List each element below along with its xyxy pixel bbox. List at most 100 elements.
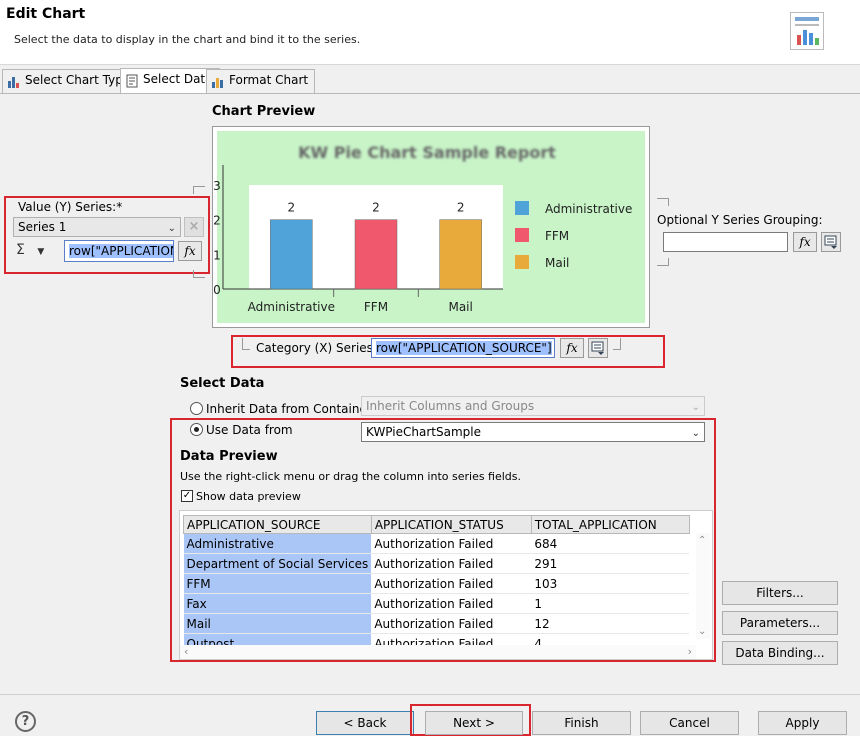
help-button[interactable]: ?	[15, 711, 36, 732]
table-cell[interactable]: Mail	[183, 613, 372, 634]
table-cell[interactable]: Department of Social Services	[183, 553, 372, 574]
bar-data-label: 2	[288, 201, 296, 215]
vertical-scrollbar[interactable]: ⌃ ⌄	[696, 533, 710, 639]
use-data-radio[interactable]	[190, 423, 203, 436]
value-series-selected: Series 1	[18, 220, 67, 234]
bar-mail	[439, 219, 482, 290]
legend-swatch	[515, 228, 529, 242]
table-cell[interactable]: Fax	[183, 593, 372, 614]
back-button[interactable]: < Back	[316, 711, 414, 735]
chevron-down-icon[interactable]: ⌄	[698, 626, 706, 637]
optional-grouping-label: Optional Y Series Grouping:	[657, 213, 823, 227]
chart-title: KW Pie Chart Sample Report	[298, 143, 556, 162]
table-row: Administrative Authorization Failed 684	[183, 533, 690, 554]
chevron-right-icon[interactable]: ›	[688, 645, 692, 658]
table-cell[interactable]: Authorization Failed	[371, 533, 532, 554]
tab-bar: Select Chart Type Select Data Format Cha…	[0, 66, 860, 94]
table-cell[interactable]: Authorization Failed	[371, 593, 532, 614]
grouping-menu-button[interactable]	[821, 232, 841, 252]
apply-button[interactable]: Apply	[758, 711, 847, 735]
use-data-label: Use Data from	[206, 423, 293, 437]
chevron-left-icon[interactable]: ‹	[184, 645, 188, 658]
chart-wizard-icon	[790, 12, 824, 50]
table-cell[interactable]: Authorization Failed	[371, 553, 532, 574]
menu-list-icon	[591, 341, 604, 355]
inherit-data-value: Inherit Columns and Groups	[366, 399, 535, 413]
bracket-top-left	[193, 186, 205, 194]
table-cell[interactable]: 103	[531, 573, 690, 594]
table-cell[interactable]: 1	[531, 593, 690, 614]
category-menu-button[interactable]	[588, 338, 608, 358]
value-fx-button[interactable]: fx	[178, 241, 202, 261]
dialog-header: Edit Chart Select the data to display in…	[0, 0, 860, 65]
cancel-button[interactable]: Cancel	[640, 711, 739, 735]
delete-series-button[interactable]: ×	[184, 217, 204, 237]
bar-data-label: 2	[372, 201, 380, 215]
tab-format-chart[interactable]: Format Chart	[206, 69, 316, 94]
table-cell[interactable]: 12	[531, 613, 690, 634]
value-series-expression[interactable]: row["APPLICATION	[64, 240, 174, 262]
value-series-label: Value (Y) Series:*	[18, 200, 123, 214]
bar-data-label: 2	[457, 201, 465, 215]
category-series-expression[interactable]: row["APPLICATION_SOURCE"]	[371, 338, 555, 358]
table-cell[interactable]: 684	[531, 533, 690, 554]
bar-chart-icon	[7, 75, 21, 89]
filters-button[interactable]: Filters...	[722, 581, 838, 605]
bar-administrative	[270, 219, 313, 290]
optional-grouping-input[interactable]	[663, 232, 788, 252]
value-series-select[interactable]: Series 1 ⌄	[13, 217, 181, 237]
tab-label: Select Data	[143, 72, 213, 86]
column-header[interactable]: APPLICATION_SOURCE	[183, 515, 372, 534]
inherit-data-select: Inherit Columns and Groups ⌄	[361, 396, 705, 416]
legend-label: Administrative	[545, 202, 632, 216]
dialog-title: Edit Chart	[6, 6, 86, 22]
table-row: Fax Authorization Failed 1	[183, 593, 690, 614]
dialog-subtitle: Select the data to display in the chart …	[14, 33, 361, 46]
table-row: Department of Social Services Authorizat…	[183, 553, 690, 574]
value-expression-text: row["APPLICATION	[69, 244, 173, 258]
tab-label: Format Chart	[229, 73, 309, 87]
tab-select-data[interactable]: Select Data	[120, 68, 220, 94]
x-tick-label: Mail	[448, 300, 472, 314]
table-cell[interactable]: 291	[531, 553, 690, 574]
parameters-button[interactable]: Parameters...	[722, 611, 838, 635]
chevron-down-icon: ▼	[37, 247, 45, 257]
table-header-row: APPLICATION_SOURCE APPLICATION_STATUS TO…	[183, 515, 690, 534]
table-cell[interactable]: FFM	[183, 573, 372, 594]
table-cell[interactable]: Authorization Failed	[371, 613, 532, 634]
category-bracket-right	[613, 338, 621, 350]
table-cell[interactable]: Administrative	[183, 533, 372, 554]
grouping-fx-button[interactable]: fx	[793, 232, 817, 252]
chevron-down-icon: ⌄	[167, 223, 176, 234]
tab-separator	[0, 93, 860, 94]
x-tick-label: FFM	[364, 300, 388, 314]
tab-select-chart-type[interactable]: Select Chart Type	[2, 69, 138, 94]
data-binding-button[interactable]: Data Binding...	[722, 641, 838, 665]
table-cell[interactable]: Authorization Failed	[371, 573, 532, 594]
category-fx-button[interactable]: fx	[560, 338, 584, 358]
chart-preview-label: Chart Preview	[212, 104, 316, 119]
legend-swatch	[515, 201, 529, 215]
column-header[interactable]: APPLICATION_STATUS	[370, 515, 532, 534]
finish-button[interactable]: Finish	[532, 711, 631, 735]
inherit-data-radio[interactable]	[190, 402, 203, 415]
chart-canvas: KW Pie Chart Sample Report 0 1 2 3 2 Administr…	[213, 131, 645, 323]
data-sheet-icon	[125, 74, 139, 88]
show-preview-label: Show data preview	[196, 490, 301, 503]
use-data-select[interactable]: KWPieChartSample ⌄	[361, 422, 705, 442]
show-preview-checkbox[interactable]: ✓	[181, 490, 193, 502]
close-icon: ×	[188, 219, 200, 234]
table-row: FFM Authorization Failed 103	[183, 573, 690, 594]
bar-ffm	[354, 219, 398, 290]
data-preview-table-container[interactable]: APPLICATION_SOURCE APPLICATION_STATUS TO…	[179, 510, 713, 660]
next-button[interactable]: Next >	[425, 711, 523, 735]
chevron-up-icon[interactable]: ⌃	[698, 535, 706, 546]
checkmark-icon: ✓	[182, 490, 192, 501]
column-header[interactable]: TOTAL_APPLICATION	[530, 515, 690, 534]
horizontal-scrollbar[interactable]: ‹ ›	[180, 645, 696, 659]
x-tick-label: Administrative	[248, 300, 335, 314]
bracket-bottom-right	[657, 258, 669, 266]
format-chart-icon	[211, 75, 225, 89]
select-data-label: Select Data	[180, 376, 265, 391]
aggregate-button[interactable]: Σ ▼	[16, 242, 56, 260]
